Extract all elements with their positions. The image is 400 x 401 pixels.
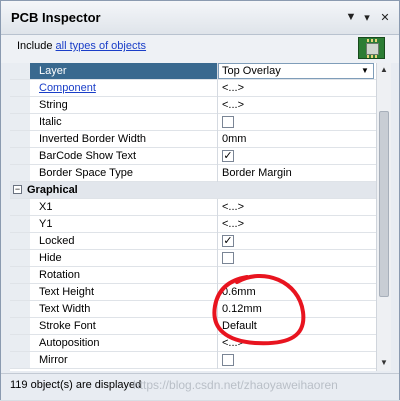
property-value[interactable]: 0mm [222, 133, 246, 145]
property-row-hide[interactable]: Hide [10, 250, 376, 267]
property-name: Layer [39, 65, 67, 77]
scroll-up-icon[interactable]: ▲ [377, 63, 391, 77]
property-row-autoposition[interactable]: Autoposition <...> [10, 335, 376, 352]
watermark-text: https://blog.csdn.net/zhaoyaweihaoren [133, 378, 338, 392]
collapse-icon[interactable]: − [13, 185, 22, 194]
dropdown-value: Top Overlay [222, 65, 281, 77]
scrollbar-thumb[interactable] [379, 111, 389, 297]
property-value[interactable]: 0.6mm [222, 286, 256, 298]
dropdown-menu-icon[interactable]: ▼ [344, 10, 358, 24]
property-row-y1[interactable]: Y1 <...> [10, 216, 376, 233]
property-name: Text Width [39, 303, 91, 315]
category-name: Graphical [27, 184, 78, 196]
property-row-component[interactable]: Component <...> [10, 80, 376, 97]
property-name: Border Space Type [39, 167, 133, 179]
object-filter-link[interactable]: all types of objects [56, 40, 147, 52]
panel-title: PCB Inspector [11, 10, 101, 25]
property-name: Autoposition [39, 337, 100, 349]
property-row-locked[interactable]: Locked ✓ [10, 233, 376, 250]
property-row-text-width[interactable]: Text Width 0.12mm [10, 301, 376, 318]
property-row-barcode-show-text[interactable]: BarCode Show Text ✓ [10, 148, 376, 165]
property-value[interactable]: <...> [222, 99, 244, 111]
property-name: X1 [39, 201, 53, 213]
scroll-down-icon[interactable]: ▼ [377, 356, 391, 370]
property-value[interactable]: <...> [222, 337, 244, 349]
property-row-string[interactable]: String <...> [10, 97, 376, 114]
property-name: Mirror [39, 354, 68, 366]
property-name: Locked [39, 235, 75, 247]
checkbox-hide[interactable] [222, 252, 234, 264]
property-value[interactable]: <...> [222, 201, 244, 213]
property-value[interactable]: <...> [222, 82, 244, 94]
property-name: Italic [39, 116, 62, 128]
property-row-rotation[interactable]: Rotation [10, 267, 376, 284]
property-value[interactable]: Border Margin [222, 167, 292, 179]
property-row-italic[interactable]: Italic [10, 114, 376, 131]
property-row-border-space-type[interactable]: Border Space Type Border Margin [10, 165, 376, 182]
property-row-text-height[interactable]: Text Height 0.6mm [10, 284, 376, 301]
property-row-x1[interactable]: X1 <...> [10, 199, 376, 216]
property-name: String [39, 99, 68, 111]
property-name: Text Height [39, 286, 95, 298]
property-name: Stroke Font [39, 320, 96, 332]
chevron-down-icon[interactable]: ▼ [359, 65, 371, 77]
pcb-inspector-panel: PCB Inspector ▼ ▾ ✕ Include all types of… [0, 0, 400, 400]
property-name: Hide [39, 252, 62, 264]
include-filter-bar: Include all types of objects [1, 35, 399, 63]
property-row-layer[interactable]: Layer Top Overlay ▼ [10, 63, 376, 80]
status-bar: 119 object(s) are displayed https://blog… [1, 373, 399, 400]
property-name: BarCode Show Text [39, 150, 137, 162]
checkbox-barcode-show-text[interactable]: ✓ [222, 150, 234, 162]
property-row-inverted-border-width[interactable]: Inverted Border Width 0mm [10, 131, 376, 148]
property-row-stroke-font[interactable]: Stroke Font Default [10, 318, 376, 335]
include-label: Include [17, 40, 53, 52]
property-name: Inverted Border Width [39, 133, 146, 145]
property-grid: Layer Top Overlay ▼ Component <...> String <..… [10, 63, 376, 371]
close-icon[interactable]: ✕ [378, 10, 392, 24]
pin-icon[interactable]: ▾ [360, 10, 374, 24]
property-value[interactable]: 0.12mm [222, 303, 262, 315]
title-bar: PCB Inspector ▼ ▾ ✕ [1, 1, 399, 35]
property-name: Rotation [39, 269, 80, 281]
property-value[interactable]: <...> [222, 218, 244, 230]
layer-dropdown[interactable]: Top Overlay ▼ [218, 63, 374, 79]
property-name: Y1 [39, 218, 53, 230]
pcb-board-icon[interactable] [358, 37, 385, 59]
property-row-mirror[interactable]: Mirror [10, 352, 376, 369]
checkbox-locked[interactable]: ✓ [222, 235, 234, 247]
status-text: 119 object(s) are displayed [10, 379, 142, 391]
property-name[interactable]: Component [39, 82, 96, 94]
checkbox-mirror[interactable] [222, 354, 234, 366]
chip-icon [366, 43, 379, 55]
vertical-scrollbar[interactable]: ▲ ▼ [376, 63, 391, 371]
checkbox-italic[interactable] [222, 116, 234, 128]
category-row-graphical[interactable]: − Graphical [10, 182, 376, 199]
property-value[interactable]: Default [222, 320, 257, 332]
